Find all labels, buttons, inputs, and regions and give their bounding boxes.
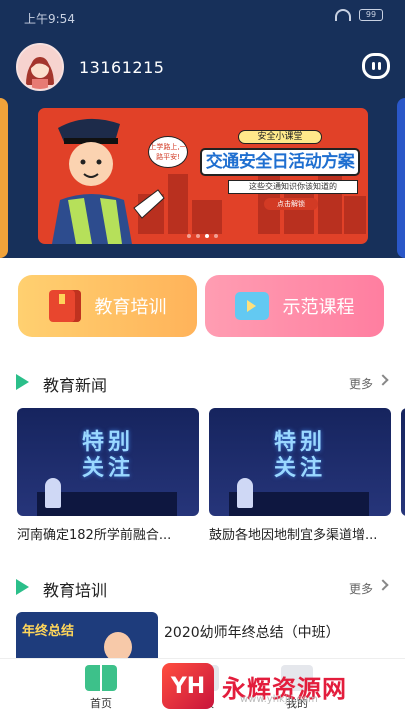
status-time: 上午9:54 (24, 12, 75, 26)
watermark-logo: YH (162, 663, 214, 709)
banner-unlock-button[interactable]: 点击解锁 (264, 198, 318, 210)
battery-icon: 99 (359, 9, 383, 21)
watermark: YH 永辉资源网 (162, 658, 382, 714)
message-icon (371, 62, 375, 70)
chevron-right-icon[interactable] (377, 374, 389, 386)
book-icon (48, 290, 81, 322)
training-section-header: 教育培训 更多 (16, 577, 389, 600)
news-card-peek[interactable] (401, 408, 405, 516)
banner-pagination (0, 234, 405, 238)
news-more-link[interactable]: 更多 (349, 375, 373, 392)
tv-play-icon (234, 292, 269, 320)
news-caption: 河南确定182所学前融合... (17, 528, 172, 543)
speaker-figure-icon (45, 478, 61, 508)
tab-home[interactable]: 首页 (66, 665, 136, 711)
demo-course-button[interactable]: 示范课程 (205, 275, 384, 337)
pagination-dot[interactable] (196, 234, 200, 238)
banner-tag: 安全小课堂 (238, 130, 322, 144)
pagination-dot[interactable] (214, 234, 218, 238)
avatar-girl-icon (18, 45, 62, 89)
training-more-link[interactable]: 更多 (349, 580, 373, 597)
news-thumbnail: 特别 关注 (209, 408, 391, 516)
pagination-dot[interactable] (187, 234, 191, 238)
home-book-icon (85, 665, 117, 691)
news-section-title: 教育新闻 (43, 376, 108, 395)
status-bar: 上午9:54 99 (0, 0, 405, 34)
section-marker-icon (16, 374, 29, 390)
user-phone: 13161215 (79, 58, 165, 77)
section-marker-icon (16, 579, 29, 595)
traffic-police-illustration (52, 118, 165, 244)
news-section-header: 教育新闻 更多 (16, 372, 389, 395)
demo-course-label: 示范课程 (282, 297, 355, 318)
news-card[interactable]: 特别 关注 河南确定182所学前融合... (17, 408, 199, 543)
watermark-url: www.yhkjjj.com (240, 694, 318, 705)
pagination-dot-active[interactable] (205, 234, 209, 238)
training-section-title: 教育培训 (43, 581, 108, 600)
message-button[interactable] (362, 53, 390, 79)
header-background: 上午9:54 99 13161215 上学路上,一路平安! 安全小课堂 交通安全… (0, 0, 405, 258)
news-card[interactable]: 特别 关注 鼓励各地因地制宜多渠道增... (209, 408, 391, 543)
banner-speech-bubble: 上学路上,一路平安! (148, 136, 188, 168)
chevron-right-icon[interactable] (377, 579, 389, 591)
news-thumbnail: 特别 关注 (17, 408, 199, 516)
wifi-icon (335, 9, 351, 21)
banner-subtitle: 这些交通知识你该知道的 (228, 180, 358, 194)
promo-banner[interactable]: 上学路上,一路平安! 安全小课堂 交通安全日活动方案 这些交通知识你该知道的 点… (38, 108, 368, 244)
news-caption: 鼓励各地因地制宜多渠道增... (209, 528, 378, 543)
app-screen: 上午9:54 99 13161215 上学路上,一路平安! 安全小课堂 交通安全… (0, 0, 405, 720)
banner-title: 交通安全日活动方案 (200, 148, 360, 176)
avatar[interactable] (16, 43, 64, 91)
education-training-button[interactable]: 教育培训 (18, 275, 197, 337)
training-title[interactable]: 2020幼师年终总结（中班） (164, 622, 340, 642)
education-training-label: 教育培训 (94, 297, 167, 318)
speaker-figure-icon (237, 478, 253, 508)
